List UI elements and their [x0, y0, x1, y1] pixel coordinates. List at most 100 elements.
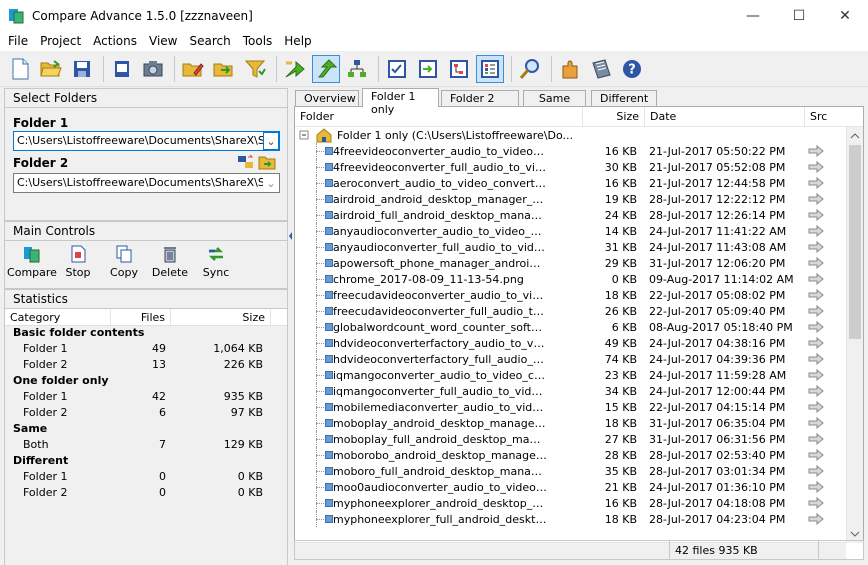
table-row[interactable]: moboplay_android_desktop_manager_2... 18 …	[295, 415, 846, 431]
copy-arrow-icon[interactable]	[801, 241, 831, 253]
tab-same[interactable]: Same	[523, 90, 586, 107]
copy-arrow-icon[interactable]	[801, 433, 831, 445]
table-row[interactable]: hdvideoconverterfactory_audio_to_vide...…	[295, 335, 846, 351]
new-project-button[interactable]	[6, 55, 34, 83]
root-row[interactable]: Folder 1 only (C:\Users\Listoffreeware\D…	[295, 127, 846, 143]
copy-arrow-icon[interactable]	[801, 417, 831, 429]
menu-help[interactable]: Help	[278, 34, 317, 48]
tab-overview[interactable]: Overview	[295, 90, 359, 107]
table-row[interactable]: anyaudioconverter_audio_to_video_con... 1…	[295, 223, 846, 239]
table-row[interactable]: moboro_full_android_desktop_manager... 35…	[295, 463, 846, 479]
copy-arrow-icon[interactable]	[801, 257, 831, 269]
list-view-button[interactable]	[476, 54, 504, 83]
folder1-combo[interactable]: C:\Users\Listoffreeware\Documents\ShareX…	[13, 131, 280, 151]
copy-arrow-icon[interactable]	[801, 401, 831, 413]
table-row[interactable]: hdvideoconverterfactory_full_audio_to_..…	[295, 351, 846, 367]
print-button[interactable]	[108, 55, 136, 83]
minimize-button[interactable]: —	[730, 0, 776, 31]
tab-different[interactable]: Different	[591, 90, 657, 107]
menu-tools[interactable]: Tools	[237, 34, 279, 48]
maximize-button[interactable]: ☐	[776, 0, 822, 31]
tree-view-button[interactable]	[343, 55, 371, 83]
table-row[interactable]: anyaudioconverter_full_audio_to_video...…	[295, 239, 846, 255]
table-row[interactable]: myphoneexplorer_full_android_desktop... 1…	[295, 511, 846, 527]
stop-button[interactable]: Stop	[55, 245, 101, 288]
copy-arrow-icon[interactable]	[801, 321, 831, 333]
table-row[interactable]: airdroid_android_desktop_manager_201... 1…	[295, 191, 846, 207]
save-project-button[interactable]	[68, 55, 96, 83]
copy-arrow-icon[interactable]	[801, 449, 831, 461]
category-column-header[interactable]: Category	[5, 309, 111, 325]
folder-column-header[interactable]: Folder	[295, 107, 583, 126]
copy-button[interactable]: Copy	[101, 245, 147, 288]
copy-arrow-icon[interactable]	[801, 145, 831, 157]
folder2-combo[interactable]: C:\Users\Listoffreeware\Documents\ShareX…	[13, 173, 280, 193]
table-row[interactable]: iqmangoconverter_full_audio_to_video_...…	[295, 383, 846, 399]
chevron-down-icon[interactable]: ⌄	[263, 132, 279, 150]
checklist-button[interactable]	[383, 55, 411, 83]
table-row[interactable]: freecudavideoconverter_full_audio_to_...…	[295, 303, 846, 319]
copy-arrow-icon[interactable]	[801, 385, 831, 397]
table-row[interactable]: moboplay_full_android_desktop_manag... 27…	[295, 431, 846, 447]
folder-edit-button[interactable]	[179, 55, 207, 83]
table-row[interactable]: moborobo_android_desktop_manager_2... 28 …	[295, 447, 846, 463]
plugins-button[interactable]	[556, 55, 584, 83]
copy-arrow-icon[interactable]	[801, 481, 831, 493]
hierarchy-view-button[interactable]	[445, 55, 473, 83]
scrollbar-thumb[interactable]	[849, 145, 861, 339]
menu-file[interactable]: File	[2, 34, 34, 48]
copy-arrow-icon[interactable]	[801, 369, 831, 381]
delete-button[interactable]: Delete	[147, 245, 193, 288]
collapse-icon[interactable]	[295, 127, 315, 143]
table-row[interactable]: airdroid_full_android_desktop_manager...…	[295, 207, 846, 223]
copy-arrow-icon[interactable]	[801, 209, 831, 221]
table-row[interactable]: apowersoft_phone_manager_android_d... 29 …	[295, 255, 846, 271]
size-column-header[interactable]: Size	[171, 309, 271, 325]
close-button[interactable]: ✕	[822, 0, 868, 31]
menu-project[interactable]: Project	[34, 34, 87, 48]
compare-button[interactable]: Compare	[7, 245, 57, 288]
open-project-button[interactable]	[37, 55, 65, 83]
src-column-header[interactable]: Src	[805, 107, 847, 126]
table-row[interactable]: 4freevideoconverter_full_audio_to_vide..…	[295, 159, 846, 175]
find-button[interactable]	[516, 55, 544, 83]
filter-button[interactable]	[241, 55, 269, 83]
notes-button[interactable]	[587, 55, 615, 83]
copy-arrow-icon[interactable]	[801, 305, 831, 317]
copy-right-button[interactable]	[281, 55, 309, 83]
table-row[interactable]: mobilemediaconverter_audio_to_video_... 1…	[295, 399, 846, 415]
tab-folder2-only[interactable]: Folder 2 only	[441, 90, 519, 118]
copy-arrow-icon[interactable]	[801, 225, 831, 237]
menu-actions[interactable]: Actions	[87, 34, 143, 48]
table-row[interactable]: myphoneexplorer_android_desktop_ma... 16 …	[295, 495, 846, 511]
snapshot-button[interactable]	[139, 55, 167, 83]
table-row[interactable]: 4freevideoconverter_audio_to_video_c... 1…	[295, 143, 846, 159]
size-column-header[interactable]: Size	[583, 107, 645, 126]
vertical-scrollbar[interactable]	[846, 127, 863, 543]
copy-arrow-icon[interactable]	[801, 465, 831, 477]
copy-arrow-icon[interactable]	[801, 273, 831, 285]
table-row[interactable]: freecudavideoconverter_audio_to_vide... 1…	[295, 287, 846, 303]
menu-view[interactable]: View	[143, 34, 183, 48]
splitter-handle[interactable]	[288, 230, 293, 242]
copy-arrow-icon[interactable]	[801, 337, 831, 349]
table-row[interactable]: globalwordcount_word_counter_softwar... 6…	[295, 319, 846, 335]
copy-left-button[interactable]	[312, 54, 340, 83]
table-row[interactable]: chrome_2017-08-09_11-13-54.png 0 KB 09-Aug…	[295, 271, 846, 287]
folder-open-button[interactable]	[210, 55, 238, 83]
chevron-down-icon[interactable]: ⌄	[263, 174, 279, 192]
copy-arrow-icon[interactable]	[801, 161, 831, 173]
export-button[interactable]	[414, 55, 442, 83]
sync-button[interactable]: Sync	[193, 245, 239, 288]
table-row[interactable]: moo0audioconverter_audio_to_video_c... 21…	[295, 479, 846, 495]
swap-folders-icon[interactable]	[237, 154, 255, 170]
help-button[interactable]: ?	[618, 55, 646, 83]
copy-arrow-icon[interactable]	[801, 193, 831, 205]
table-row[interactable]: aeroconvert_audio_to_video_converter... 1…	[295, 175, 846, 191]
tab-folder1-only[interactable]: Folder 1 only	[362, 88, 439, 116]
table-row[interactable]: iqmangoconverter_audio_to_video_con... 23…	[295, 367, 846, 383]
date-column-header[interactable]: Date	[645, 107, 805, 126]
copy-arrow-icon[interactable]	[801, 353, 831, 365]
copy-arrow-icon[interactable]	[801, 513, 831, 525]
files-column-header[interactable]: Files	[111, 309, 171, 325]
